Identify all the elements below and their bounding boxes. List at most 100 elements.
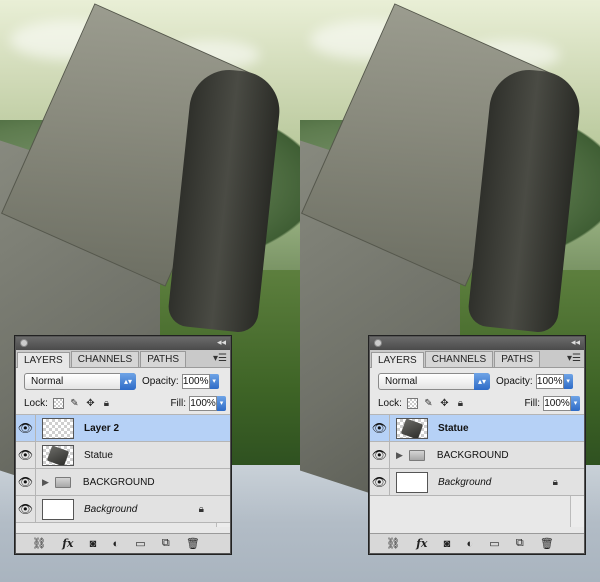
panel-bottom-bar: ⛓ fx ◙ ◐ ▭ ⧉ 🗑︎ <box>16 533 230 553</box>
link-layers-icon[interactable]: ⛓ <box>32 537 46 550</box>
adjustment-layer-icon[interactable]: ◐ <box>112 538 119 550</box>
close-icon[interactable] <box>20 339 28 347</box>
tab-paths[interactable]: PATHS <box>494 351 541 367</box>
fill-dropdown-icon[interactable]: ▾ <box>571 396 580 411</box>
layer-name: Layer 2 <box>84 422 120 434</box>
layer-row[interactable]: 👁︎ Statue <box>370 415 584 442</box>
opacity-input[interactable]: 100% <box>535 374 564 389</box>
new-group-icon[interactable]: ▭ <box>489 537 499 550</box>
padlock-icon: 🔒︎ <box>198 503 204 515</box>
layer-name: Statue <box>84 449 113 461</box>
opacity-dropdown-icon[interactable]: ▾ <box>563 374 573 389</box>
layers-panel: ◂◂ LAYERS CHANNELS PATHS ▾☰ Normal ▴▾ Op… <box>369 336 585 554</box>
eye-icon[interactable]: 👁︎ <box>16 469 36 495</box>
panel-menu-icon[interactable]: ▾☰ <box>213 353 227 364</box>
collapse-icon[interactable]: ◂◂ <box>571 337 580 348</box>
eye-icon[interactable]: 👁︎ <box>16 496 36 522</box>
panel-tabs: LAYERS CHANNELS PATHS ▾☰ <box>370 350 584 368</box>
trash-icon[interactable]: 🗑︎ <box>186 537 200 550</box>
collapse-icon[interactable]: ◂◂ <box>217 337 226 348</box>
blend-mode-value: Normal <box>31 376 64 387</box>
folder-icon <box>54 476 71 488</box>
tab-channels[interactable]: CHANNELS <box>70 351 140 367</box>
fill-input[interactable]: 100% <box>189 396 217 411</box>
lock-all-icon[interactable]: 🔒︎ <box>101 398 112 409</box>
blend-mode-select[interactable]: Normal ▴▾ <box>24 373 136 390</box>
lock-row: Lock: ✎ ✥ 🔒︎ Fill: 100% ▾ <box>16 393 230 415</box>
new-layer-icon[interactable]: ⧉ <box>162 537 170 550</box>
close-icon[interactable] <box>374 339 382 347</box>
group-row[interactable]: 👁︎ ▶ BACKGROUND <box>370 442 584 469</box>
lock-pixels-icon[interactable]: ✎ <box>423 398 434 409</box>
layers-list: 👁︎ Layer 2 👁︎ Statue 👁︎ ▶ BACKGROUND 👁︎ … <box>16 415 230 527</box>
lock-pixels-icon[interactable]: ✎ <box>69 398 80 409</box>
eye-icon[interactable]: 👁︎ <box>16 415 36 441</box>
group-name: BACKGROUND <box>82 476 155 488</box>
eye-icon[interactable]: 👁︎ <box>370 442 390 468</box>
blend-mode-value: Normal <box>385 376 418 387</box>
panel-titlebar[interactable]: ◂◂ <box>16 337 230 350</box>
lock-position-icon[interactable]: ✥ <box>439 398 450 409</box>
lock-transparency-icon[interactable] <box>52 398 64 409</box>
fx-icon[interactable]: fx <box>62 537 73 550</box>
layer-row[interactable]: 👁︎ Background 🔒︎ <box>16 496 230 523</box>
fx-icon[interactable]: fx <box>416 537 427 550</box>
layer-thumbnail <box>396 471 428 493</box>
add-mask-icon[interactable]: ◙ <box>444 538 451 550</box>
group-name: BACKGROUND <box>436 449 509 461</box>
lock-position-icon[interactable]: ✥ <box>85 398 96 409</box>
layer-thumbnail <box>396 417 428 439</box>
layer-name: Background <box>438 476 492 488</box>
panel-titlebar[interactable]: ◂◂ <box>370 337 584 350</box>
panel-bottom-bar: ⛓ fx ◙ ◐ ▭ ⧉ 🗑︎ <box>370 533 584 553</box>
tab-channels[interactable]: CHANNELS <box>424 351 494 367</box>
eye-icon[interactable]: 👁︎ <box>370 469 390 495</box>
layer-row[interactable]: 👁︎ Background 🔒︎ <box>370 469 584 496</box>
opacity-dropdown-icon[interactable]: ▾ <box>209 374 219 389</box>
adjustment-layer-icon[interactable]: ◐ <box>466 538 473 550</box>
layer-row[interactable]: 👁︎ Statue <box>16 442 230 469</box>
lock-row: Lock: ✎ ✥ 🔒︎ Fill: 100% ▾ <box>370 393 584 415</box>
lock-all-icon[interactable]: 🔒︎ <box>455 398 466 409</box>
expand-triangle-icon[interactable]: ▶ <box>42 477 49 488</box>
lock-transparency-icon[interactable] <box>406 398 418 409</box>
padlock-icon: 🔒︎ <box>552 476 558 488</box>
add-mask-icon[interactable]: ◙ <box>90 538 97 550</box>
panel-tabs: LAYERS CHANNELS PATHS ▾☰ <box>16 350 230 368</box>
blend-row: Normal ▴▾ Opacity: 100% ▾ <box>370 368 584 393</box>
new-group-icon[interactable]: ▭ <box>135 537 145 550</box>
layer-thumbnail <box>42 417 74 439</box>
tab-layers[interactable]: LAYERS <box>371 352 424 368</box>
chevron-updown-icon: ▴▾ <box>474 373 490 390</box>
layer-row[interactable]: 👁︎ Layer 2 <box>16 415 230 442</box>
new-layer-icon[interactable]: ⧉ <box>516 537 524 550</box>
fill-label: Fill: <box>170 398 186 409</box>
trash-icon[interactable]: 🗑︎ <box>540 537 554 550</box>
eye-icon[interactable]: 👁︎ <box>16 442 36 468</box>
opacity-input[interactable]: 100% <box>181 374 210 389</box>
panel-menu-icon[interactable]: ▾☰ <box>567 353 581 364</box>
folder-icon <box>408 449 425 461</box>
fill-input[interactable]: 100% <box>543 396 571 411</box>
layer-name: Statue <box>438 422 469 434</box>
layers-list: 👁︎ Statue 👁︎ ▶ BACKGROUND 👁︎ Background … <box>370 415 584 527</box>
fill-label: Fill: <box>524 398 540 409</box>
opacity-label: Opacity: <box>142 376 179 387</box>
chevron-updown-icon: ▴▾ <box>120 373 136 390</box>
link-layers-icon[interactable]: ⛓ <box>386 537 400 550</box>
layer-thumbnail <box>42 444 74 466</box>
group-row[interactable]: 👁︎ ▶ BACKGROUND <box>16 469 230 496</box>
lock-label: Lock: <box>24 398 48 409</box>
blend-row: Normal ▴▾ Opacity: 100% ▾ <box>16 368 230 393</box>
eye-icon[interactable]: 👁︎ <box>370 415 390 441</box>
tab-paths[interactable]: PATHS <box>140 351 187 367</box>
lock-label: Lock: <box>378 398 402 409</box>
layer-thumbnail <box>42 498 74 520</box>
expand-triangle-icon[interactable]: ▶ <box>396 450 403 461</box>
opacity-label: Opacity: <box>496 376 533 387</box>
layer-name: Background <box>84 503 138 515</box>
tab-layers[interactable]: LAYERS <box>17 352 70 368</box>
blend-mode-select[interactable]: Normal ▴▾ <box>378 373 490 390</box>
layers-panel: ◂◂ LAYERS CHANNELS PATHS ▾☰ Normal ▴▾ Op… <box>15 336 231 554</box>
fill-dropdown-icon[interactable]: ▾ <box>217 396 226 411</box>
